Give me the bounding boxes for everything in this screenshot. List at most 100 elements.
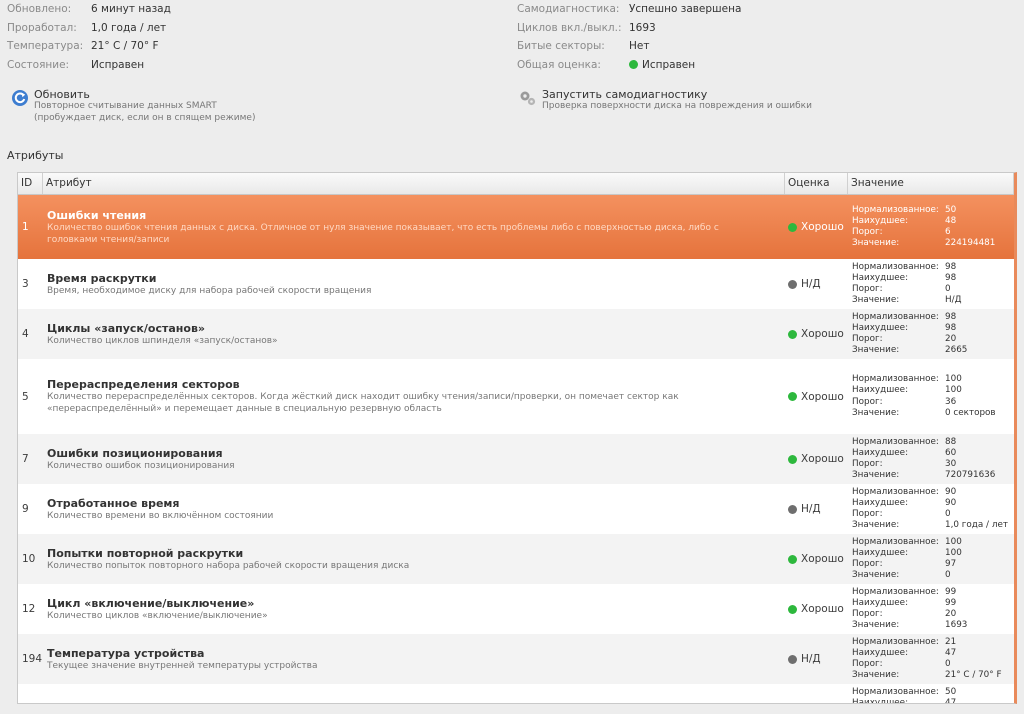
- table-row[interactable]: 7 Ошибки позиционирования Количество ошибо…: [18, 434, 1014, 484]
- gears-icon: [520, 91, 536, 106]
- value-line: Нормализованное: 21: [852, 637, 1014, 648]
- cell-attribute: Время раскрутки Время, необходимое диску …: [43, 259, 785, 309]
- info-value: 1,0 года / лет: [91, 22, 166, 34]
- value-label: Нормализованное:: [852, 486, 939, 497]
- good-status-icon: [788, 222, 797, 232]
- column-header-id[interactable]: ID: [18, 173, 43, 194]
- table-row[interactable]: 10 Попытки повторной раскрутки Количество …: [18, 534, 1014, 584]
- cell-id: 4: [22, 328, 29, 340]
- na-status-icon: [788, 279, 797, 289]
- column-header-grade[interactable]: Оценка: [785, 173, 848, 194]
- info-value: 21° C / 70° F: [91, 40, 158, 52]
- value-number: 6: [945, 227, 951, 237]
- cell-id: 5: [22, 390, 29, 403]
- refresh-action[interactable]: Обновить Повторное считывание данных SMA…: [11, 88, 255, 124]
- table-row[interactable]: 3 Время раскрутки Время, необходимое диску…: [18, 259, 1014, 309]
- table-row[interactable]: 12 Цикл «включение/выключение» Количество …: [18, 584, 1014, 634]
- attributes-table[interactable]: ID Атрибут Оценка Значение 1 Ошибки чтени…: [17, 172, 1017, 704]
- grade-text: Н/Д: [801, 278, 821, 290]
- selftest-action[interactable]: Запустить самодиагностику Проверка повер…: [519, 88, 812, 113]
- grade-text: Хорошо: [801, 553, 844, 565]
- column-header-value[interactable]: Значение: [848, 173, 1014, 194]
- grade-text: Хорошо: [801, 453, 844, 465]
- attribute-name: Температура устройства: [47, 646, 205, 660]
- attribute-description: Количество попыток повторного набора раб…: [47, 560, 410, 571]
- value-line: Порог: 6: [852, 227, 1014, 238]
- value-line: Нормализованное: 99: [852, 587, 1014, 598]
- value-number: 99: [945, 586, 957, 597]
- value-number: 1693: [945, 620, 968, 631]
- grade-text: Хорошо: [801, 221, 844, 233]
- value-label: Нормализованное:: [852, 311, 939, 322]
- value-label: Наихудшее:: [852, 547, 909, 558]
- table-row[interactable]: 1 Ошибки чтения Количество ошибок чтения д…: [18, 195, 1014, 259]
- grade-text: Н/Д: [801, 653, 821, 665]
- value-line: Наихудшее: 90: [852, 498, 1014, 509]
- value-line: Порог: 30: [852, 459, 1014, 470]
- cell-value: Нормализованное: 21 Наихудшее: 47 Порог: 0 Зна…: [848, 634, 1014, 684]
- attribute-description: Количество времени во включённом состоян…: [47, 510, 274, 521]
- value-line: Порог: 36: [852, 397, 1014, 408]
- value-number: 100: [945, 374, 962, 385]
- info-value: Нет: [629, 40, 649, 52]
- value-label: Наихудшее:: [852, 385, 909, 396]
- info-row: Циклов вкл./выкл.: 1693: [517, 19, 741, 38]
- table-row[interactable]: 194 Температура устройства Текущее значени…: [18, 634, 1014, 684]
- value-line: Наихудшее: 48: [852, 216, 1014, 227]
- value-line: Значение: 21° C / 70° F: [852, 670, 1014, 681]
- value-line: Наихудшее: 100: [852, 385, 1014, 396]
- grade-text: Н/Д: [801, 503, 821, 515]
- info-left-panel: Обновлено: 6 минут назад Проработал: 1,0 го…: [7, 0, 171, 74]
- cell-id: 1: [22, 221, 29, 233]
- cell-attribute: Ошибки чтения Количество ошибок чтения да…: [43, 195, 785, 259]
- value-number: 99: [945, 597, 957, 608]
- value-line: Наихудшее: 98: [852, 273, 1014, 284]
- info-value-text: Исправен: [642, 58, 696, 71]
- table-row[interactable]: 9 Отработанное время Количество времени во…: [18, 484, 1014, 534]
- value-label: Наихудшее:: [852, 322, 909, 333]
- refresh-title: Обновить: [34, 88, 90, 101]
- value-number: 50: [945, 686, 957, 697]
- cell-grade: [785, 684, 848, 703]
- value-label: Наихудшее:: [852, 272, 909, 283]
- value-number: 0: [945, 570, 951, 581]
- table-row[interactable]: 5 Перераспределения секторов Количество пе…: [18, 359, 1014, 434]
- na-status-icon: [788, 504, 797, 514]
- table-row[interactable]: 4 Циклы «запуск/останов» Количество циклов…: [18, 309, 1014, 359]
- cell-value: Нормализованное: 100 Наихудшее: 100 Порог: 97…: [848, 534, 1014, 584]
- value-line: Нормализованное: 100: [852, 374, 1014, 385]
- attribute-description: Количество ошибок позиционирования: [47, 460, 235, 471]
- value-number: 98: [945, 261, 957, 272]
- value-number: 36: [945, 396, 957, 407]
- value-label: Наихудшее:: [852, 215, 909, 226]
- value-line: Порог: 0: [852, 659, 1014, 670]
- value-label: Значение:: [852, 407, 900, 418]
- cell-value: Нормализованное: 88 Наихудшее: 60 Порог: 30 Зн…: [848, 434, 1014, 484]
- table-row[interactable]: Аппаратная коррекцияНормализованное:50На…: [18, 684, 1014, 704]
- value-number: 47: [945, 647, 957, 658]
- value-number: 0: [945, 659, 951, 669]
- value-number: 98: [945, 272, 957, 283]
- cell-value: Нормализованное: 100 Наихудшее: 100 Порог: 36…: [848, 359, 1014, 434]
- value-number: 60: [945, 447, 957, 458]
- value-number: 50: [945, 204, 957, 215]
- value-line: Значение: 1,0 года / лет: [852, 520, 1014, 531]
- good-status-icon: [788, 554, 797, 564]
- attribute-name: Аппаратная коррекция: [47, 703, 785, 704]
- selftest-desc: Проверка поверхности диска на повреждени…: [542, 101, 812, 111]
- info-key: Проработал:: [7, 21, 77, 34]
- info-key: Состояние:: [7, 58, 70, 71]
- value-line: Нормализованное: 100: [852, 537, 1014, 548]
- info-value: Исправен: [91, 59, 144, 71]
- info-value-text: Исправен: [91, 58, 145, 71]
- cell-value: Нормализованное: 90 Наихудшее: 90 Порог: 0 Зна…: [848, 484, 1014, 534]
- value-line: Нормализованное: 98: [852, 262, 1014, 273]
- value-number: 0 секторов: [945, 407, 996, 418]
- value-line: Наихудшее: 98: [852, 323, 1014, 334]
- cell-value: Нормализованное: 98 Наихудшее: 98 Порог: 20 Зн…: [848, 309, 1014, 359]
- column-header-attribute[interactable]: Атрибут: [43, 173, 785, 194]
- value-line: Наихудшее: 99: [852, 598, 1014, 609]
- cell-grade: Н/Д: [785, 634, 848, 684]
- value-line: Значение: 1693: [852, 620, 1014, 631]
- attribute-description: Количество циклов шпинделя «запуск/остан…: [47, 335, 278, 346]
